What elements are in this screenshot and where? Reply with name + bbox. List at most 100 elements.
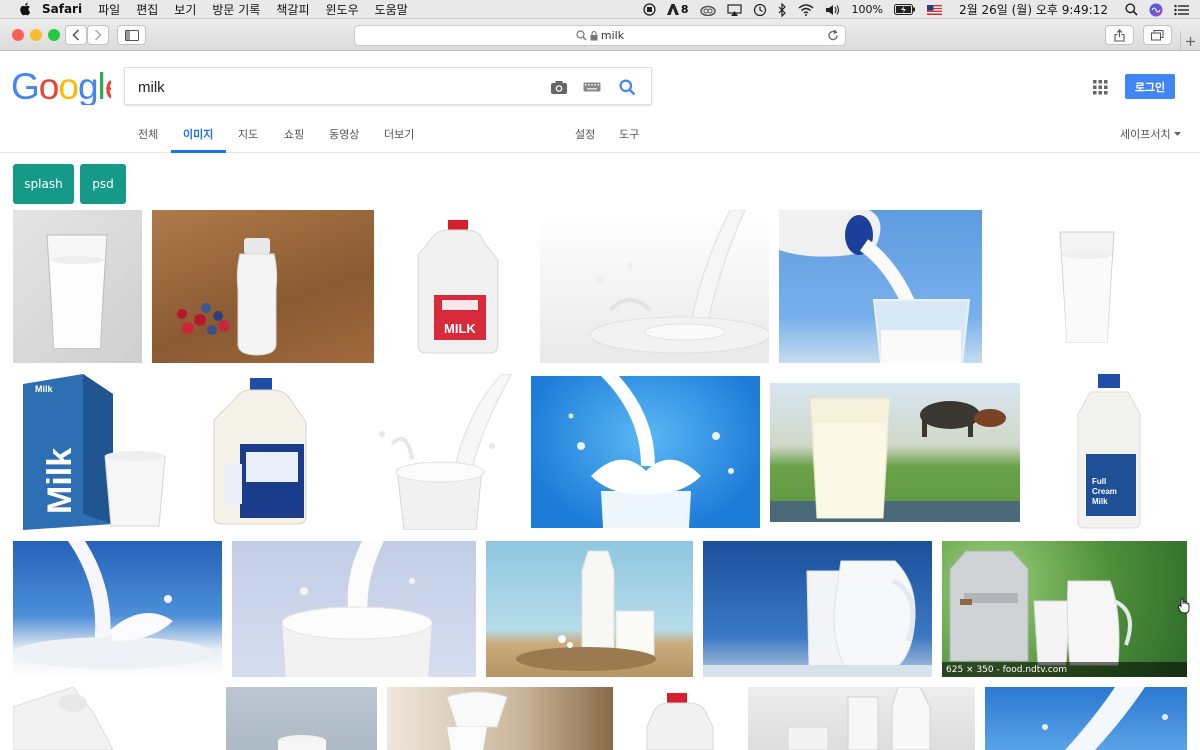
image-result[interactable] (703, 541, 932, 677)
menu-bookmarks[interactable]: 책갈피 (276, 1, 309, 18)
login-button[interactable]: 로그인 (1125, 74, 1175, 99)
new-tab-button[interactable] (1180, 31, 1200, 51)
svg-text:MILK: MILK (444, 321, 476, 336)
spotlight-icon[interactable] (1125, 3, 1138, 16)
chevron-right-icon (94, 29, 102, 41)
close-window-button[interactable] (12, 29, 24, 41)
image-hover-caption: 625 × 350 - food.ndtv.com (942, 662, 1187, 677)
search-input[interactable] (138, 77, 518, 97)
safesearch-dropdown[interactable]: 세이프서치 (1120, 126, 1181, 142)
search-icon (576, 30, 587, 41)
settings-link[interactable]: 설정 (575, 126, 595, 142)
tab-maps[interactable]: 지도 (238, 126, 258, 142)
airplay-icon[interactable] (726, 3, 742, 16)
share-button[interactable] (1105, 25, 1134, 45)
image-result[interactable] (387, 687, 613, 750)
share-icon (1114, 28, 1125, 42)
image-result[interactable] (232, 541, 476, 677)
image-result[interactable] (985, 687, 1187, 750)
image-result[interactable] (531, 376, 760, 528)
battery-icon[interactable] (894, 4, 916, 15)
wifi-icon[interactable] (798, 3, 814, 16)
image-result[interactable] (540, 210, 769, 363)
bluetooth-icon[interactable] (778, 2, 787, 17)
tools-link[interactable]: 도구 (619, 126, 639, 142)
notification-center-icon[interactable] (1174, 4, 1189, 16)
tabs-overview-button[interactable] (1143, 25, 1172, 45)
plus-icon (1186, 36, 1195, 46)
clock-datetime[interactable]: 2월 26일 (월) 오후 9:49:12 (959, 1, 1108, 18)
menu-bar: Safari 파일 편집 보기 방문 기록 책갈피 윈도우 도움말 8 100%… (0, 0, 1200, 19)
image-result[interactable] (226, 687, 377, 750)
us-flag-icon[interactable] (927, 4, 942, 15)
address-bar[interactable]: milk (354, 25, 846, 46)
svg-text:Milk: Milk (41, 448, 79, 514)
sidebar-toggle-button[interactable] (117, 25, 146, 45)
forward-button[interactable] (87, 25, 109, 45)
tab-videos[interactable]: 동영상 (329, 126, 359, 142)
image-result[interactable] (152, 210, 374, 363)
image-result[interactable] (770, 383, 1020, 522)
image-result[interactable] (352, 374, 521, 530)
tab-all[interactable]: 전체 (138, 126, 158, 142)
tab-shopping[interactable]: 쇼핑 (284, 126, 304, 142)
image-result[interactable]: Milk Milk (13, 374, 170, 530)
siri-icon[interactable] (1149, 3, 1163, 17)
svg-text:Google: Google (11, 69, 111, 105)
hand-cursor-icon (1177, 598, 1190, 618)
volume-icon[interactable] (825, 4, 841, 16)
menu-app-safari[interactable]: Safari (42, 2, 82, 16)
image-result[interactable] (13, 210, 142, 363)
creative-cloud-icon[interactable] (699, 4, 716, 16)
image-result[interactable] (992, 210, 1187, 363)
apple-icon[interactable] (18, 2, 32, 16)
image-result[interactable] (779, 210, 982, 363)
svg-text:Milk: Milk (1092, 497, 1108, 506)
sidebar-icon (124, 29, 139, 41)
minimize-window-button[interactable] (30, 29, 42, 41)
chevron-down-icon (1173, 132, 1181, 136)
image-result-hovered[interactable]: 625 × 350 - food.ndtv.com (942, 541, 1187, 677)
chip-psd[interactable]: psd (80, 164, 126, 204)
image-result[interactable] (486, 541, 693, 677)
menu-file[interactable]: 파일 (98, 1, 120, 18)
reload-icon[interactable] (827, 29, 839, 45)
apps-grid-icon[interactable] (1093, 80, 1108, 99)
google-header: Google 로그인 전체 이미지 지도 쇼핑 동영상 더보기 설정 도구 세이… (0, 51, 1200, 153)
menu-history[interactable]: 방문 기록 (212, 1, 260, 18)
image-result[interactable] (623, 687, 738, 750)
chip-splash[interactable]: splash (13, 164, 74, 204)
search-box (124, 67, 652, 105)
image-result[interactable]: Full Cream Milk (1030, 374, 1187, 530)
camera-icon[interactable] (549, 77, 569, 97)
svg-text:Milk: Milk (35, 384, 53, 394)
record-icon[interactable] (643, 3, 656, 16)
adobe-count: 8 (680, 3, 689, 16)
menu-window[interactable]: 윈도우 (325, 1, 358, 18)
image-result[interactable] (13, 541, 222, 677)
adobe-icon[interactable]: 8 (666, 3, 689, 16)
svg-text:Cream: Cream (1092, 487, 1117, 496)
svg-text:Full: Full (1092, 477, 1106, 486)
search-icon[interactable] (617, 77, 637, 97)
url-text: milk (600, 29, 625, 42)
tab-more[interactable]: 더보기 (384, 126, 414, 142)
tab-images[interactable]: 이미지 (183, 126, 213, 142)
image-result[interactable] (180, 374, 342, 530)
menu-help[interactable]: 도움말 (375, 1, 408, 18)
menu-edit[interactable]: 편집 (136, 1, 158, 18)
time-machine-icon[interactable] (753, 3, 767, 17)
image-result[interactable] (748, 687, 975, 750)
zoom-window-button[interactable] (48, 29, 60, 41)
safesearch-label: 세이프서치 (1120, 128, 1171, 141)
lock-icon (590, 30, 598, 40)
back-button[interactable] (65, 25, 87, 45)
menu-view[interactable]: 보기 (174, 1, 196, 18)
image-result[interactable]: MILK (384, 210, 530, 363)
active-tab-indicator (171, 150, 226, 153)
image-result[interactable] (13, 687, 214, 750)
safari-toolbar: milk (0, 19, 1200, 51)
keyboard-icon[interactable] (582, 77, 602, 97)
chevron-left-icon (72, 29, 80, 41)
google-logo[interactable]: Google (11, 66, 125, 114)
